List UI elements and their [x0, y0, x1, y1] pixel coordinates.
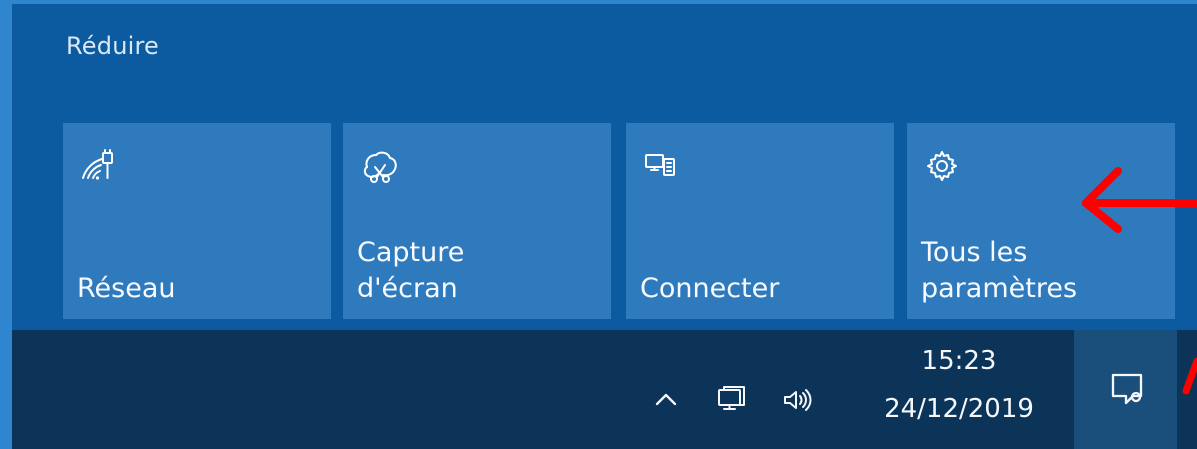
clock-date: 24/12/2019 [884, 394, 1034, 424]
tile-label-network: Réseau [77, 273, 176, 304]
clock[interactable]: 15:23 24/12/2019 [864, 343, 1054, 427]
action-center-panel: Réduire Réseau Capture d'écran Connecter… [12, 4, 1197, 330]
quick-action-all-settings[interactable]: Tous les paramètres [907, 123, 1175, 319]
tile-label-all-settings: Tous les paramètres [921, 237, 1078, 304]
volume-icon[interactable] [780, 383, 814, 417]
taskbar: 15:23 24/12/2019 [12, 330, 1197, 449]
tile-label-screen-snip: Capture d'écran [357, 237, 465, 304]
quick-action-connect[interactable]: Connecter [626, 123, 894, 319]
network-signal-icon [77, 145, 119, 187]
network-icon[interactable] [714, 383, 748, 417]
screen-snip-icon [357, 145, 399, 187]
collapse-link[interactable]: Réduire [66, 32, 159, 60]
tile-label-connect: Connecter [640, 273, 780, 304]
quick-action-network[interactable]: Réseau [63, 123, 331, 319]
gear-icon [921, 145, 963, 187]
chevron-up-icon[interactable] [649, 383, 683, 417]
notification-center-button[interactable] [1074, 330, 1177, 449]
quick-action-screen-snip[interactable]: Capture d'écran [343, 123, 611, 319]
clock-time: 15:23 [921, 346, 997, 376]
connect-displays-icon [640, 145, 682, 187]
notification-center-icon [1105, 367, 1149, 411]
